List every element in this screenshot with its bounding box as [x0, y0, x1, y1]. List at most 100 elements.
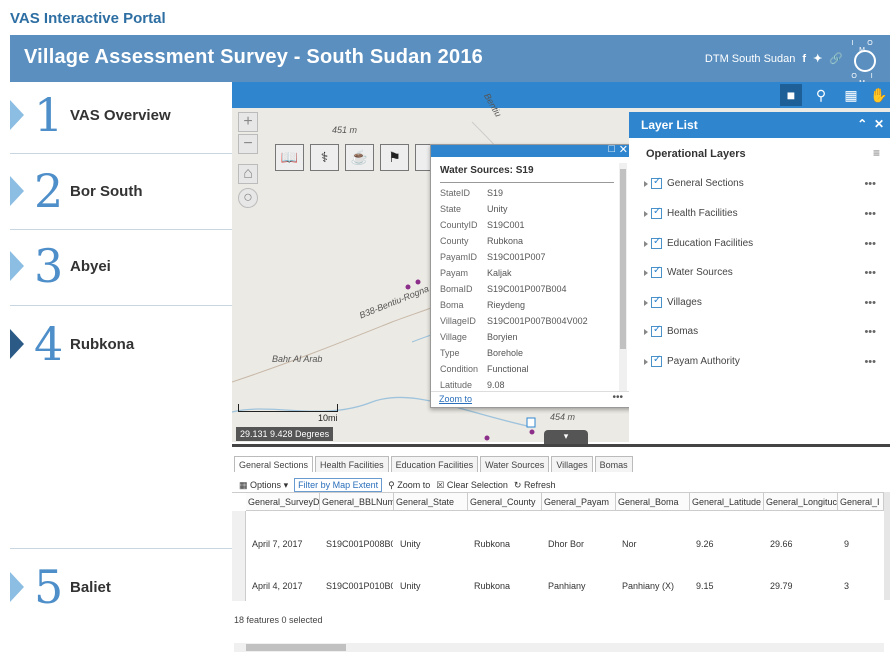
- tab-water-sources[interactable]: Water Sources: [480, 456, 550, 472]
- checkbox[interactable]: [651, 176, 662, 189]
- popup-scrollbar[interactable]: [619, 163, 627, 393]
- layer-label: Payam Authority: [667, 356, 740, 368]
- field-value: Boryien: [487, 332, 518, 342]
- zoom-to-link[interactable]: Zoom to: [439, 394, 472, 404]
- popup-field: StateID S19: [440, 188, 503, 198]
- checkbox[interactable]: [651, 265, 662, 278]
- filter-by-extent-button[interactable]: Filter by Map Extent: [294, 478, 383, 492]
- expand-icon[interactable]: [644, 269, 648, 276]
- popup-field: Type Borehole: [440, 348, 523, 358]
- layer-item[interactable]: Bomas •••: [644, 324, 884, 346]
- layer-menu-icon[interactable]: •••: [864, 238, 876, 250]
- layer-item[interactable]: Health Facilities •••: [644, 206, 884, 228]
- column-header[interactable]: General_Longituc: [764, 493, 838, 511]
- chart-icon[interactable]: ▦: [840, 84, 862, 106]
- options-label: Options: [250, 479, 282, 490]
- layer-menu-icon[interactable]: •••: [864, 356, 876, 368]
- expand-icon[interactable]: [644, 299, 648, 306]
- vertical-scrollbar[interactable]: [884, 492, 890, 600]
- more-menu-icon[interactable]: •••: [612, 392, 623, 403]
- expand-icon[interactable]: [644, 210, 648, 217]
- sidebar-item-vas-overview[interactable]: 1 VAS Overview: [10, 85, 232, 145]
- scroll-thumb[interactable]: [620, 169, 626, 349]
- column-header[interactable]: General_State: [394, 493, 468, 511]
- layer-menu-icon[interactable]: •••: [864, 326, 876, 338]
- filter-icon[interactable]: ≡: [873, 146, 880, 160]
- layer-item[interactable]: General Sections •••: [644, 176, 884, 198]
- table-cell: 29.79: [770, 581, 793, 591]
- tab-villages[interactable]: Villages: [551, 456, 593, 472]
- layer-item[interactable]: Education Facilities •••: [644, 236, 884, 258]
- facebook-icon[interactable]: f: [802, 53, 806, 65]
- sidebar-item-label: Baliet: [70, 578, 111, 596]
- divider: [10, 548, 232, 549]
- sidebar-item-abyei[interactable]: 3 Abyei: [10, 236, 232, 296]
- column-header[interactable]: General_SurveyD: [246, 493, 320, 511]
- collapse-and-close-icons[interactable]: ⌃ ✕: [857, 117, 884, 131]
- zoom-in-button[interactable]: +: [238, 112, 258, 132]
- tab-health-facilities[interactable]: Health Facilities: [315, 456, 389, 472]
- column-header[interactable]: General_County: [468, 493, 542, 511]
- zoom-to-button[interactable]: ⚲ Zoom to: [388, 480, 430, 491]
- tab-education-facilities[interactable]: Education Facilities: [390, 456, 479, 472]
- elevation-label: 451 m: [332, 125, 358, 135]
- village-filter-button[interactable]: ⚑: [380, 144, 409, 171]
- layer-menu-icon[interactable]: •••: [864, 297, 876, 309]
- tab-general-sections[interactable]: General Sections: [234, 456, 314, 472]
- folder-icon[interactable]: ■: [780, 84, 802, 106]
- column-header[interactable]: General_Payam: [542, 493, 616, 511]
- close-icon[interactable]: ✕: [619, 143, 628, 156]
- map-view[interactable]: ■ ⚲ ▦ ✋ + − ⌂ ○ 📖 ⚕ ☕ ⚑ 451 m B38-Bentiu…: [232, 82, 890, 442]
- layer-menu-icon[interactable]: •••: [864, 208, 876, 220]
- column-header[interactable]: General_Latitude: [690, 493, 764, 511]
- checkbox[interactable]: [651, 354, 662, 367]
- clear-selection-button[interactable]: ☒ Clear Selection: [436, 480, 508, 491]
- table-cell: 9.15: [696, 581, 714, 591]
- water-filter-button[interactable]: ☕: [345, 144, 374, 171]
- layer-menu-icon[interactable]: •••: [864, 267, 876, 279]
- scroll-thumb[interactable]: [246, 644, 346, 651]
- sidebar-item-baliet[interactable]: 5 Baliet: [10, 557, 232, 617]
- attribute-table-toggle[interactable]: ▾: [544, 430, 588, 444]
- field-value: S19C001P007: [487, 252, 546, 262]
- home-button[interactable]: ⌂: [238, 164, 258, 184]
- field-key: CountyID: [440, 220, 478, 230]
- expand-icon[interactable]: [644, 240, 648, 247]
- table-cell: 3: [844, 581, 850, 591]
- locate-button[interactable]: ○: [238, 188, 258, 208]
- expand-icon[interactable]: [644, 180, 648, 187]
- row-selector-column[interactable]: [232, 511, 246, 601]
- checkbox[interactable]: [651, 236, 662, 249]
- sidebar-item-bor-south[interactable]: 2 Bor South: [10, 161, 232, 221]
- column-header[interactable]: General_BBLNum: [320, 493, 394, 511]
- column-header[interactable]: General_I: [838, 493, 884, 511]
- zoom-out-button[interactable]: −: [238, 134, 258, 154]
- twitter-icon[interactable]: ✦: [813, 52, 822, 65]
- tab-bomas[interactable]: Bomas: [594, 456, 633, 472]
- sidebar-item-rubkona[interactable]: 4 Rubkona: [10, 314, 232, 374]
- link-icon[interactable]: 🔗: [829, 52, 843, 65]
- river-label: Bahr Al Arab: [272, 354, 323, 364]
- horizontal-scrollbar[interactable]: [234, 643, 884, 652]
- checkbox[interactable]: [651, 206, 662, 219]
- options-button[interactable]: ▦ Options ▾: [239, 480, 288, 491]
- grid-icon: ▦: [239, 479, 248, 490]
- divider: [440, 182, 614, 183]
- expand-icon[interactable]: [644, 328, 648, 335]
- column-header[interactable]: General_Boma: [616, 493, 690, 511]
- select-icon[interactable]: ✋: [868, 84, 890, 106]
- layer-item[interactable]: Water Sources •••: [644, 265, 884, 287]
- checkbox[interactable]: [651, 295, 662, 308]
- sidebar-item-label: VAS Overview: [70, 106, 171, 124]
- maximize-icon[interactable]: □: [608, 143, 615, 155]
- field-value: Unity: [487, 204, 508, 214]
- education-filter-button[interactable]: 📖: [275, 144, 304, 171]
- layer-menu-icon[interactable]: •••: [864, 178, 876, 190]
- search-layer-icon[interactable]: ⚲: [810, 84, 832, 106]
- health-filter-button[interactable]: ⚕: [310, 144, 339, 171]
- checkbox[interactable]: [651, 324, 662, 337]
- layer-item[interactable]: Payam Authority •••: [644, 354, 884, 376]
- layer-item[interactable]: Villages •••: [644, 295, 884, 317]
- expand-icon[interactable]: [644, 358, 648, 365]
- refresh-button[interactable]: ↻ Refresh: [514, 480, 556, 491]
